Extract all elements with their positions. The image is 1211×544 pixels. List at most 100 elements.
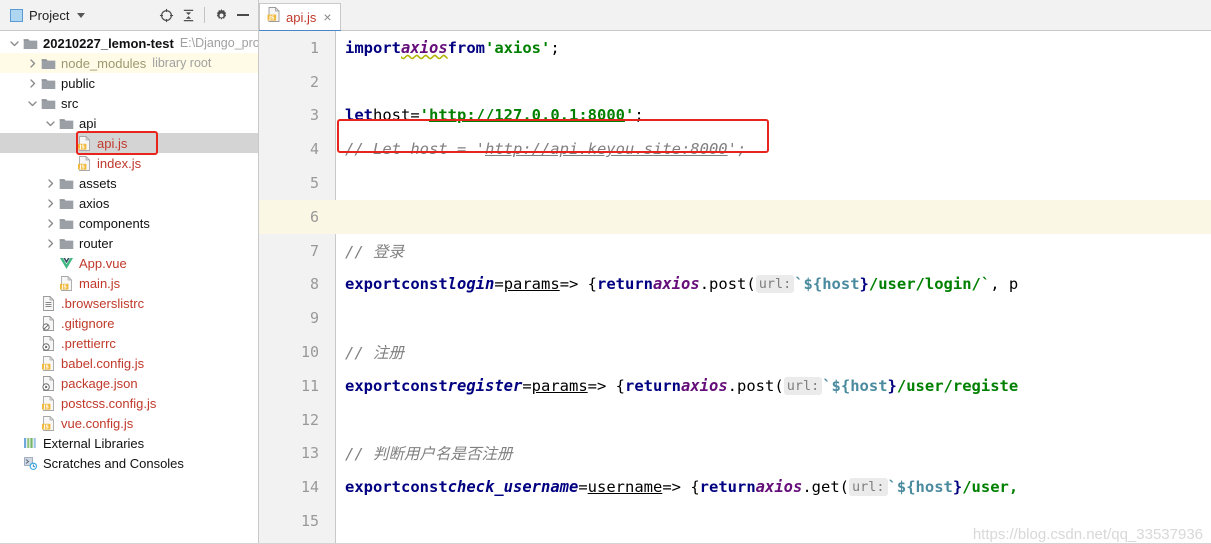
tree-item-external-libraries[interactable]: External Libraries — [0, 433, 258, 453]
svg-text:JS: JS — [43, 364, 50, 370]
locate-target-icon[interactable] — [155, 4, 177, 26]
close-icon[interactable]: × — [323, 10, 331, 24]
tree-item-label: api.js — [97, 135, 128, 151]
tree-item--prettierrc[interactable]: .prettierrc — [0, 333, 258, 353]
tree-item-assets[interactable]: assets — [0, 173, 258, 193]
code-line-text[interactable] — [336, 199, 1211, 234]
code-line[interactable]: 8 export const login = params => { return… — [259, 268, 1211, 302]
tree-item-label: External Libraries — [43, 435, 145, 451]
project-tool-window-button[interactable]: Project — [10, 8, 86, 22]
chevron-right-icon[interactable] — [42, 198, 58, 209]
code-line-text[interactable] — [336, 166, 1211, 200]
chevron-right-icon[interactable] — [42, 238, 58, 249]
tree-item-package-json[interactable]: package.json — [0, 373, 258, 393]
project-toolbar — [155, 4, 258, 26]
code-line-text[interactable]: // 判断用户名是否注册 — [336, 437, 1211, 471]
code-line-text[interactable]: let host = ' http://127.0.0.1:8000 '; — [336, 99, 1211, 133]
code-lines[interactable]: 1 import axios from 'axios'; 2 3 let host = … — [259, 31, 1211, 544]
tree-item-router[interactable]: router — [0, 233, 258, 253]
code-line-text[interactable]: export const register = params => { retu… — [336, 369, 1211, 403]
line-number: 7 — [309, 241, 319, 260]
tree-item-node-modules[interactable]: node_modules library root — [0, 53, 258, 73]
code-line[interactable]: 3 let host = ' http://127.0.0.1:8000 '; — [259, 99, 1211, 133]
chevron-right-icon[interactable] — [24, 78, 40, 89]
tree-item-index-js[interactable]: JS index.js — [0, 153, 258, 173]
svg-text:JS: JS — [43, 404, 50, 410]
tab-api-js[interactable]: JS api.js × — [259, 3, 341, 33]
code-line[interactable]: 5 — [259, 166, 1211, 200]
code-line-text[interactable] — [336, 504, 1211, 538]
line-number: 9 — [309, 309, 319, 328]
code-line-text[interactable]: export const login = params => { return … — [336, 268, 1211, 302]
code-editor[interactable]: 1 import axios from 'axios'; 2 3 let host = … — [259, 31, 1211, 544]
chevron-down-icon[interactable] — [42, 118, 58, 129]
tree-item-src[interactable]: src — [0, 93, 258, 113]
code-line-text[interactable] — [336, 301, 1211, 335]
line-number: 10 — [300, 343, 319, 362]
tree-item-axios[interactable]: axios — [0, 193, 258, 213]
chevron-right-icon[interactable] — [42, 178, 58, 189]
code-line-text[interactable] — [336, 65, 1211, 99]
tree-item-scratches-and-consoles[interactable]: Scratches and Consoles — [0, 453, 258, 473]
line-number: 4 — [309, 140, 319, 159]
tree-item-app-vue[interactable]: App.vue — [0, 253, 258, 273]
code-line-text[interactable]: // 登录 — [336, 234, 1211, 268]
code-line[interactable]: 9 — [259, 301, 1211, 335]
top-bar: Project JS api.js × — [0, 0, 1211, 33]
code-line[interactable]: 6 — [259, 199, 1211, 234]
tree-item-postcss-config-js[interactable]: JS postcss.config.js — [0, 393, 258, 413]
code-line[interactable]: 2 — [259, 65, 1211, 99]
project-tree[interactable]: 20210227_lemon-test E:\Django_pro node_mod… — [0, 31, 259, 544]
tree-item-label: node_modules — [61, 55, 147, 71]
svg-text:JS: JS — [79, 164, 86, 170]
code-line[interactable]: 12 — [259, 403, 1211, 437]
code-line[interactable]: 7 // 登录 — [259, 234, 1211, 268]
chevron-down-icon[interactable] — [24, 98, 40, 109]
code-line-text[interactable]: export const check_username = username =… — [336, 470, 1211, 504]
tree-item-main-js[interactable]: JS main.js — [0, 273, 258, 293]
tree-item-label: vue.config.js — [61, 415, 134, 431]
tree-item-components[interactable]: components — [0, 213, 258, 233]
folder-icon — [58, 117, 75, 130]
line-number: 6 — [259, 199, 336, 234]
tree-item-20210227-lemon-test[interactable]: 20210227_lemon-test E:\Django_pro — [0, 33, 258, 53]
folder-icon — [40, 97, 57, 110]
code-line-text[interactable]: // 注册 — [336, 335, 1211, 369]
code-line-text[interactable] — [336, 403, 1211, 437]
tree-item-vue-config-js[interactable]: JS vue.config.js — [0, 413, 258, 433]
code-line[interactable]: 15 — [259, 504, 1211, 538]
code-line[interactable]: 11 export const register = params => { re… — [259, 369, 1211, 403]
tree-item-label: .prettierrc — [61, 335, 116, 351]
line-number: 2 — [309, 72, 319, 91]
tree-item--browserslistrc[interactable]: .browserslistrc — [0, 293, 258, 313]
text-file-icon — [40, 295, 57, 311]
code-line[interactable]: 14 export const check_username = username… — [259, 470, 1211, 504]
tree-item-api[interactable]: api — [0, 113, 258, 133]
tree-item-label: babel.config.js — [61, 355, 145, 371]
collapse-all-icon[interactable] — [177, 4, 199, 26]
code-line[interactable]: 10 // 注册 — [259, 335, 1211, 369]
code-line[interactable]: 13 // 判断用户名是否注册 — [259, 437, 1211, 471]
svg-text:JS: JS — [79, 144, 86, 150]
tree-item-babel-config-js[interactable]: JS babel.config.js — [0, 353, 258, 373]
tree-item-public[interactable]: public — [0, 73, 258, 93]
chevron-right-icon[interactable] — [24, 58, 40, 69]
tree-item-api-js[interactable]: JS api.js — [0, 133, 258, 153]
code-line[interactable]: 1 import axios from 'axios'; — [259, 31, 1211, 65]
code-line-text[interactable]: import axios from 'axios'; — [336, 31, 1211, 65]
chevron-down-icon[interactable] — [6, 38, 22, 49]
chevron-right-icon[interactable] — [42, 218, 58, 229]
js-file-icon: JS — [267, 6, 281, 27]
code-line-text[interactable]: // Let host = ' http://api.keyou.site:800… — [336, 132, 1211, 166]
settings-gear-icon[interactable] — [210, 4, 232, 26]
tree-item--gitignore[interactable]: .gitignore — [0, 313, 258, 333]
folder-icon — [58, 217, 75, 230]
tree-item-label: assets — [79, 175, 117, 191]
js-file-icon: JS — [76, 155, 93, 171]
chevron-down-icon[interactable] — [77, 12, 86, 18]
minimize-icon[interactable] — [232, 4, 254, 26]
tree-item-label: 20210227_lemon-test — [43, 35, 174, 51]
vue-file-icon — [58, 256, 75, 270]
code-line[interactable]: 4 // Let host = ' http://api.keyou.site:80… — [259, 132, 1211, 166]
folder-icon — [40, 77, 57, 90]
